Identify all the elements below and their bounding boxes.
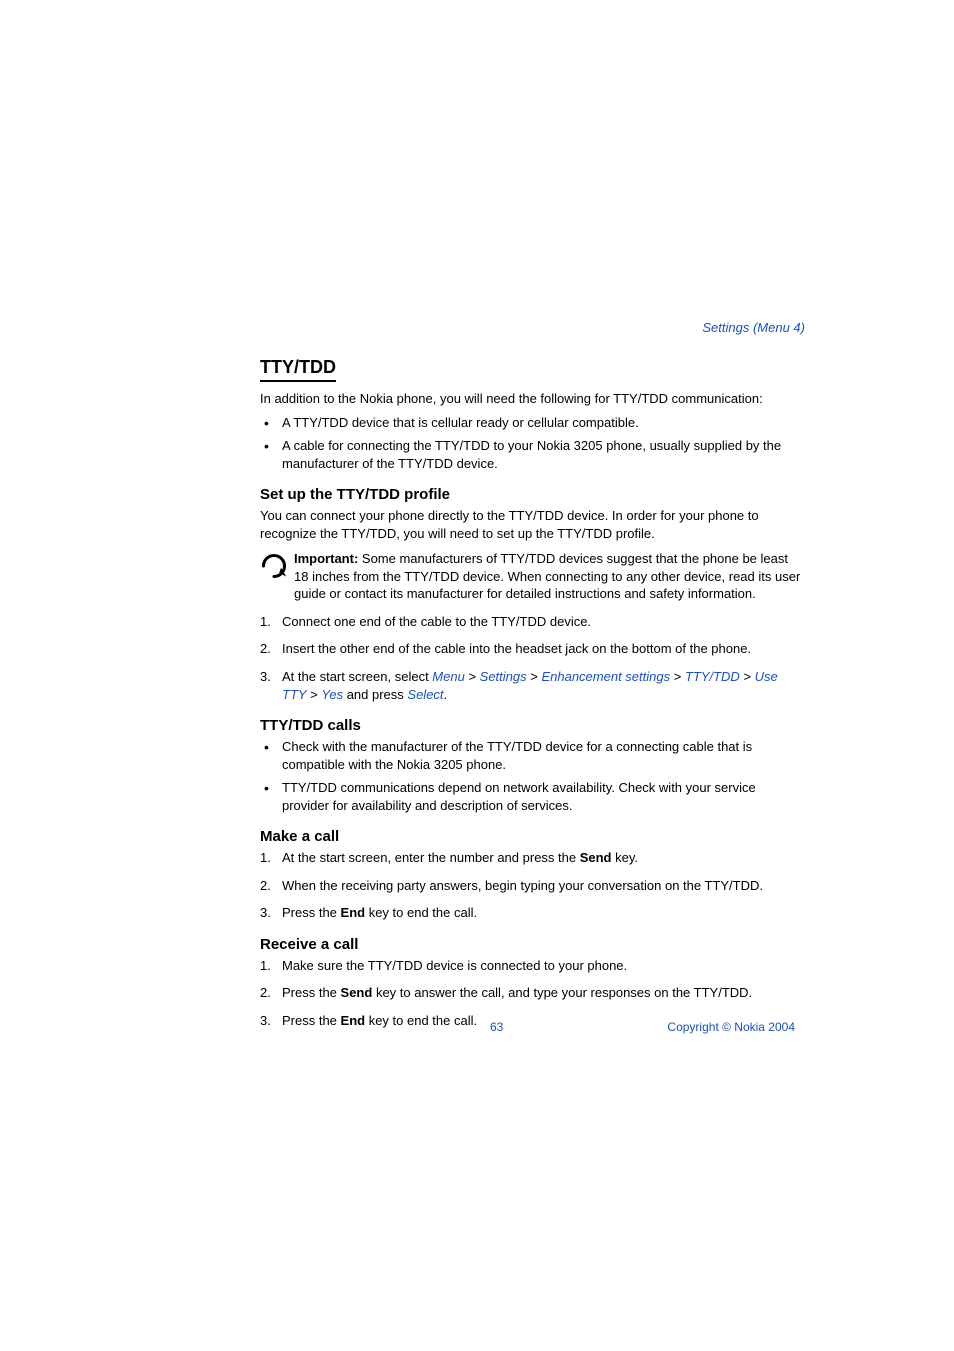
page-content: Settings (Menu 4) TTY/TDD In addition to…: [260, 320, 805, 1044]
nav-enhancement-settings[interactable]: Enhancement settings: [541, 669, 670, 684]
step-item: When the receiving party answers, begin …: [260, 877, 805, 895]
step-text: .: [444, 687, 448, 702]
send-key-label: Send: [580, 850, 612, 865]
receive-call-steps: Make sure the TTY/TDD device is connecte…: [260, 957, 805, 1030]
list-item: A cable for connecting the TTY/TDD to yo…: [260, 437, 805, 472]
page-footer: 63 Copyright © Nokia 2004: [260, 1020, 805, 1034]
nav-menu[interactable]: Menu: [432, 669, 465, 684]
page-title: TTY/TDD: [260, 357, 336, 382]
intro-paragraph: In addition to the Nokia phone, you will…: [260, 390, 805, 408]
make-call-heading: Make a call: [260, 828, 805, 845]
note-text: Important: Some manufacturers of TTY/TDD…: [294, 550, 805, 603]
list-item: A TTY/TDD device that is cellular ready …: [260, 414, 805, 432]
note-label: Important:: [294, 551, 358, 566]
step-text: and press: [343, 687, 407, 702]
list-item: TTY/TDD communications depend on network…: [260, 779, 805, 814]
copyright-text: Copyright © Nokia 2004: [667, 1020, 795, 1034]
separator: >: [740, 669, 755, 684]
nav-select[interactable]: Select: [407, 687, 443, 702]
page-number: 63: [490, 1020, 503, 1034]
step-text: At the start screen, enter the number an…: [282, 850, 580, 865]
separator: >: [670, 669, 685, 684]
list-item: Check with the manufacturer of the TTY/T…: [260, 738, 805, 773]
nav-yes[interactable]: Yes: [321, 687, 343, 702]
setup-steps: Connect one end of the cable to the TTY/…: [260, 613, 805, 703]
step-text: key to end the call.: [365, 905, 477, 920]
step-text: At the start screen, select: [282, 669, 432, 684]
end-key-label: End: [341, 905, 366, 920]
header-section-link[interactable]: Settings (Menu 4): [260, 320, 805, 335]
step-item: Insert the other end of the cable into t…: [260, 640, 805, 658]
step-text: Press the: [282, 985, 341, 1000]
step-item: At the start screen, select Menu > Setti…: [260, 668, 805, 703]
make-call-steps: At the start screen, enter the number an…: [260, 849, 805, 922]
note-arrow-icon: [260, 552, 288, 585]
setup-heading: Set up the TTY/TDD profile: [260, 486, 805, 503]
intro-bullet-list: A TTY/TDD device that is cellular ready …: [260, 414, 805, 473]
step-text: key to answer the call, and type your re…: [372, 985, 752, 1000]
step-item: Press the Send key to answer the call, a…: [260, 984, 805, 1002]
step-item: Press the End key to end the call.: [260, 904, 805, 922]
separator: >: [465, 669, 480, 684]
separator: >: [307, 687, 322, 702]
step-text: Press the: [282, 905, 341, 920]
important-note: Important: Some manufacturers of TTY/TDD…: [260, 550, 805, 603]
step-item: Connect one end of the cable to the TTY/…: [260, 613, 805, 631]
note-body: Some manufacturers of TTY/TDD devices su…: [294, 551, 800, 601]
step-text: key.: [612, 850, 639, 865]
separator: >: [527, 669, 542, 684]
receive-call-heading: Receive a call: [260, 936, 805, 953]
nav-settings[interactable]: Settings: [480, 669, 527, 684]
calls-bullet-list: Check with the manufacturer of the TTY/T…: [260, 738, 805, 814]
send-key-label: Send: [341, 985, 373, 1000]
nav-tty-tdd[interactable]: TTY/TDD: [685, 669, 740, 684]
step-item: At the start screen, enter the number an…: [260, 849, 805, 867]
step-item: Make sure the TTY/TDD device is connecte…: [260, 957, 805, 975]
calls-heading: TTY/TDD calls: [260, 717, 805, 734]
setup-paragraph: You can connect your phone directly to t…: [260, 507, 805, 542]
